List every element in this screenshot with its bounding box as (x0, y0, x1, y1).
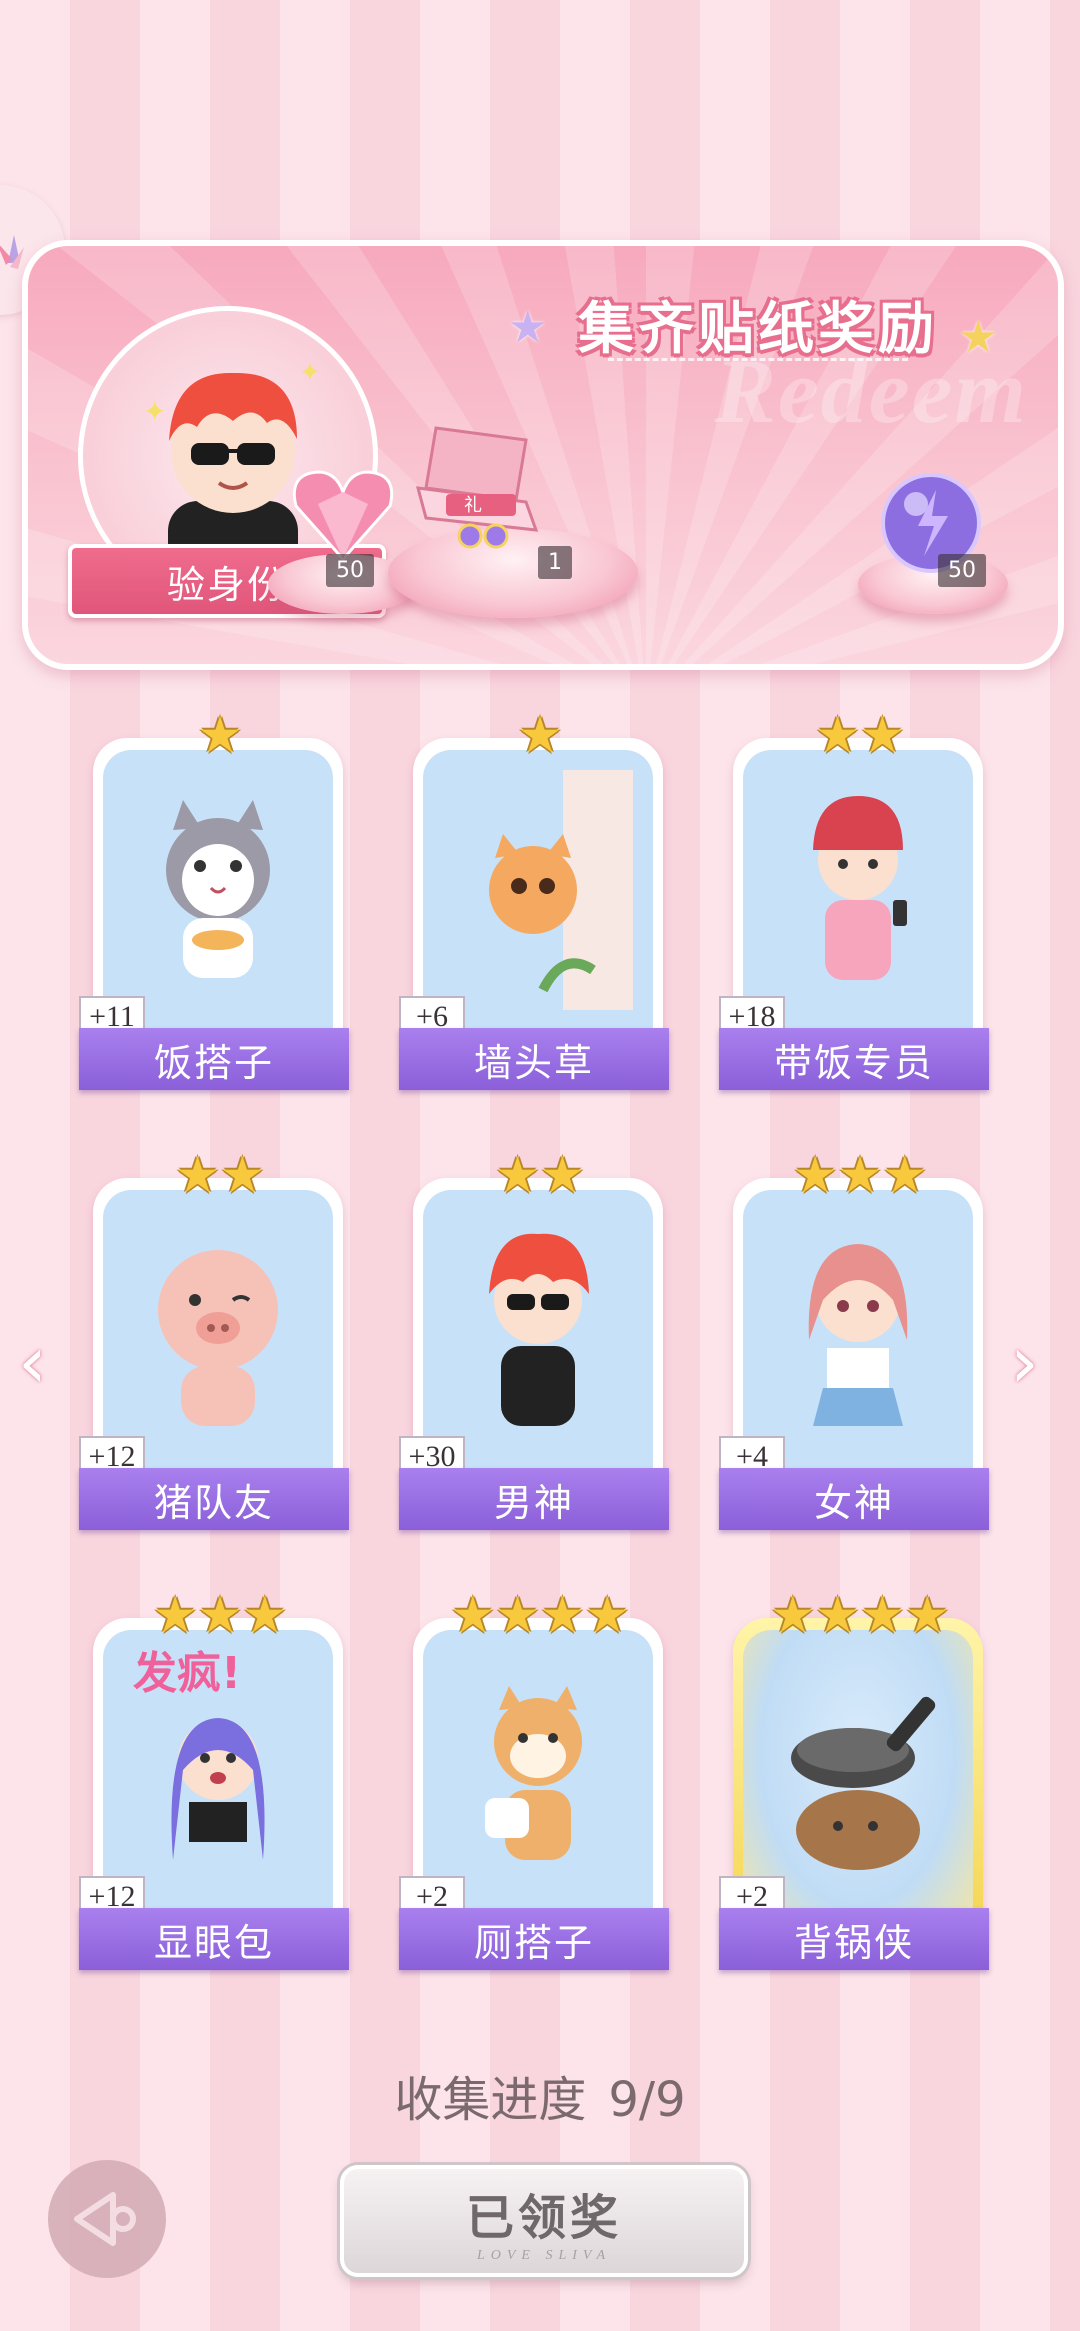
sticker-name-label: 背锅侠 (719, 1908, 989, 1970)
svg-text:✦: ✦ (143, 397, 166, 428)
star-icon: ★ (904, 1587, 950, 1643)
sticker-reward-panel: Redeem ★ ★ 集齐贴纸奖励 ✦ ✦ 验身份 50 礼 1 50 (22, 240, 1064, 670)
sticker-name-label: 饭搭子 (79, 1028, 349, 1090)
star-icon: ★ (837, 1147, 883, 1203)
star-icon: ★ (540, 1587, 585, 1643)
star-icon: ★ (152, 1587, 198, 1643)
sticker-card[interactable]: 发疯! +12 显眼包 ★ ★ ★ (79, 1588, 355, 1970)
sticker-card[interactable]: +11 饭搭子 ★ (79, 708, 355, 1090)
star-icon: ★ (540, 1147, 585, 1203)
svg-text:✦: ✦ (299, 358, 321, 387)
star-icon: ★ (860, 1587, 905, 1643)
progress-value: 9/9 (608, 2072, 686, 2128)
svg-text:发疯!: 发疯! (133, 1648, 241, 1699)
sticker-card[interactable]: +2 厕搭子 ★ ★ ★ ★ (399, 1588, 675, 1970)
star-icon: ★ (815, 1587, 860, 1643)
star-rating: ★ (405, 708, 675, 762)
star-icon: ★ (495, 1147, 540, 1203)
star-rating: ★ ★ ★ (725, 1148, 995, 1202)
next-page-arrow-icon[interactable]: › (1010, 1320, 1039, 1404)
star-icon: ★ (242, 1587, 288, 1643)
star-icon: ★ (220, 1147, 265, 1203)
back-arrow-icon (74, 2192, 136, 2246)
sticker-card[interactable]: +12 猪队友 ★ ★ (79, 1148, 355, 1530)
claimed-button-label: 已领奖 (465, 2192, 622, 2245)
sticker-name-label: 厕搭子 (399, 1908, 669, 1970)
star-icon: ★ (495, 1587, 540, 1643)
star-icon: ★ (792, 1147, 838, 1203)
back-button[interactable] (48, 2160, 166, 2278)
star-icon: ★ (815, 707, 860, 763)
reward-count: 1 (538, 546, 572, 579)
star-icon: ★ (770, 1587, 816, 1643)
star-rating: ★ ★ ★ ★ (725, 1588, 995, 1642)
pink-heart-gem-icon (292, 470, 394, 562)
progress-label: 收集进度 (394, 2072, 587, 2128)
star-rating: ★ ★ (85, 1148, 355, 1202)
panel-title: 集齐贴纸奖励 (578, 297, 938, 362)
sticker-card[interactable]: +6 墙头草 ★ (399, 708, 675, 1090)
star-icon: ★ (882, 1147, 928, 1203)
sticker-name-label: 猪队友 (79, 1468, 349, 1530)
sticker-card[interactable]: +4 女神 ★ ★ ★ (719, 1148, 995, 1530)
claimed-button-subtitle: LOVE SLIVA (476, 2248, 611, 2263)
sticker-card[interactable]: +18 带饭专员 ★ ★ (719, 708, 995, 1090)
sticker-name-label: 带饭专员 (719, 1028, 989, 1090)
prev-page-arrow-icon[interactable]: ‹ (18, 1320, 47, 1404)
star-icon: ★ (508, 303, 548, 352)
star-rating: ★ ★ ★ (85, 1588, 355, 1642)
svg-text:礼: 礼 (464, 495, 482, 515)
sticker-card[interactable]: +2 背锅侠 ★ ★ ★ ★ (719, 1588, 995, 1970)
star-rating: ★ (85, 708, 355, 762)
claimed-button[interactable]: 已领奖 LOVE SLIVA (340, 2165, 748, 2277)
sticker-name-label: 女神 (719, 1468, 989, 1530)
sticker-name-label: 显眼包 (79, 1908, 349, 1970)
star-rating: ★ ★ ★ ★ (405, 1588, 675, 1642)
sticker-name-label: 墙头草 (399, 1028, 669, 1090)
star-icon: ★ (197, 1587, 243, 1643)
collection-progress: 收集进度 9/9 (0, 2060, 1080, 2130)
star-icon: ★ (860, 707, 905, 763)
star-icon: ★ (958, 313, 998, 362)
star-icon: ★ (197, 707, 243, 763)
star-rating: ★ ★ (725, 708, 995, 762)
star-icon: ★ (450, 1587, 496, 1643)
sticker-card[interactable]: +30 男神 ★ ★ (399, 1148, 675, 1530)
reward-count: 50 (326, 554, 374, 587)
sticker-name-label: 男神 (399, 1468, 669, 1530)
star-rating: ★ ★ (405, 1148, 675, 1202)
reward-count: 50 (938, 554, 986, 587)
gift-box-icon: 礼 (415, 426, 539, 549)
star-icon: ★ (584, 1587, 630, 1643)
star-icon: ★ (517, 707, 563, 763)
star-icon: ★ (175, 1147, 220, 1203)
